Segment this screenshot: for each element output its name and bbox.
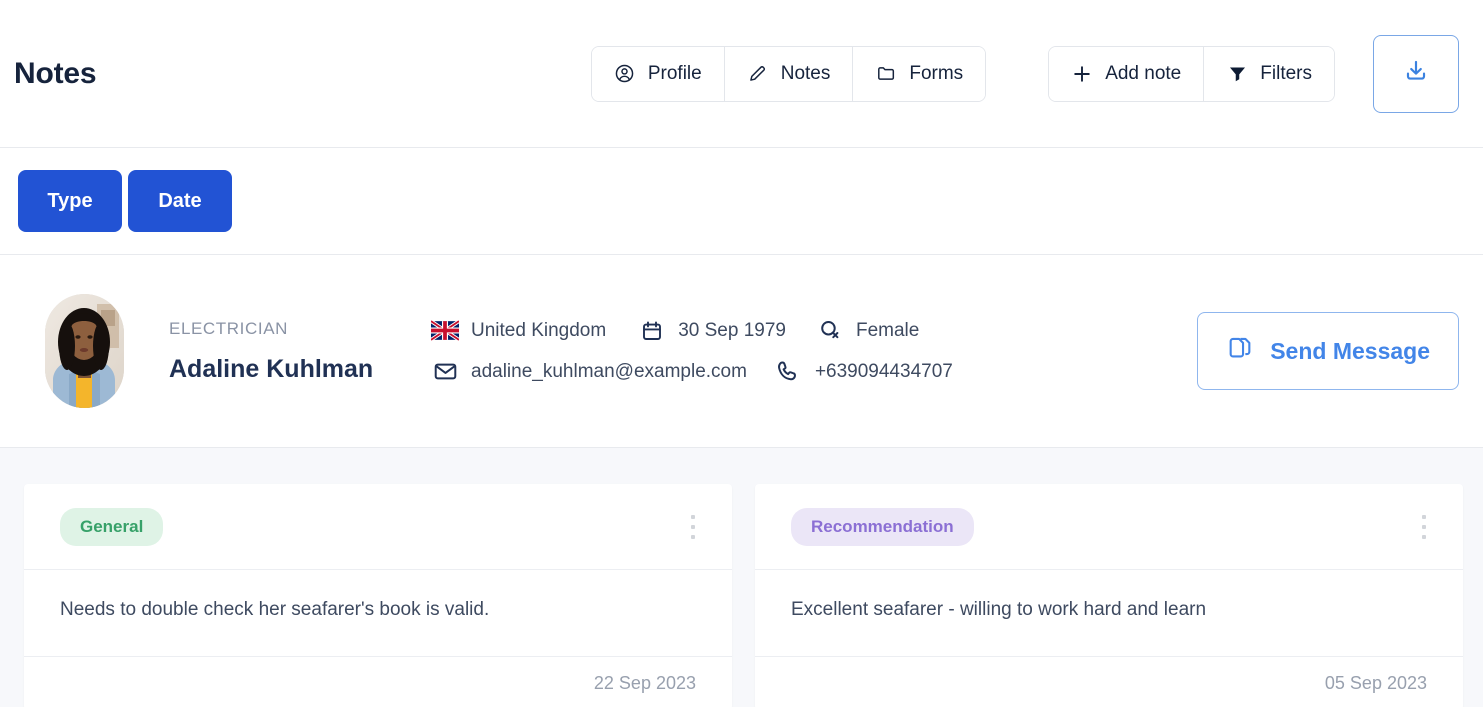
header-actions-group: Add note Filters [1048,45,1335,102]
detail-birthdate: 30 Sep 1979 [638,317,786,345]
filters-label: Filters [1260,62,1312,84]
profile-name: Adaline Kuhlman [169,354,374,383]
note-card: Recommendation Excellent seafarer - will… [755,484,1463,707]
add-note-label: Add note [1105,62,1182,84]
note-text: Needs to double check her seafarer's boo… [24,570,732,657]
female-symbol-icon [816,317,844,345]
profile-details: United Kingdom 30 Sep 1979 Female adalin… [431,317,953,386]
avatar [45,294,124,408]
envelope-icon [431,358,459,386]
notes-grid: General Needs to double check her seafar… [0,448,1483,707]
page-title: Notes [14,56,97,90]
page-header: Notes Profile Notes Forms Add note Filte… [0,0,1483,148]
folder-icon [875,63,897,85]
filter-chip-type[interactable]: Type [18,170,122,232]
detail-gender: Female [816,317,919,345]
download-button[interactable] [1373,34,1459,113]
calendar-icon [638,317,666,345]
send-message-button[interactable]: Send Message [1197,312,1459,390]
tab-profile[interactable]: Profile [591,46,725,101]
send-message-label: Send Message [1270,337,1430,364]
profile-detail-row-2: adaline_kuhlman@example.com +63909443470… [431,358,953,386]
note-date: 22 Sep 2023 [593,673,696,693]
note-card-header: Recommendation [755,484,1463,570]
united-kingdom-flag-icon [431,317,459,345]
note-card: General Needs to double check her seafar… [24,484,732,707]
user-circle-icon [614,63,636,85]
add-note-button[interactable]: Add note [1049,46,1205,101]
identity-block: ELECTRICIAN Adaline Kuhlman [169,319,431,384]
tab-forms[interactable]: Forms [853,46,986,101]
note-options-menu-icon[interactable] [1411,511,1437,543]
note-date: 05 Sep 2023 [1324,673,1427,693]
notes-page: Notes Profile Notes Forms Add note Filte… [0,0,1483,707]
detail-email: adaline_kuhlman@example.com [431,358,747,386]
profile-summary: ELECTRICIAN Adaline Kuhlman United Kingd… [0,255,1483,448]
detail-phone-value: +639094434707 [814,360,953,382]
note-category-badge: General [60,507,164,546]
tab-profile-label: Profile [647,62,702,84]
phone-icon [775,358,803,386]
profile-detail-row-1: United Kingdom 30 Sep 1979 Female [431,317,953,345]
tab-forms-label: Forms [909,62,964,84]
tab-notes-label: Notes [780,62,831,84]
filters-button[interactable]: Filters [1204,46,1334,101]
detail-phone: +639094434707 [775,358,953,386]
copy-documents-icon [1226,334,1254,368]
funnel-icon [1226,63,1248,85]
download-icon [1403,58,1429,89]
tab-notes[interactable]: Notes [724,46,854,101]
filter-chip-date[interactable]: Date [128,170,232,232]
note-card-header: General [24,484,732,570]
note-category-badge: Recommendation [791,507,974,546]
pencil-icon [747,63,769,85]
detail-gender-value: Female [855,319,920,341]
profile-role: ELECTRICIAN [169,318,289,338]
note-options-menu-icon[interactable] [680,511,706,543]
detail-country-value: United Kingdom [471,319,607,341]
detail-birthdate-value: 30 Sep 1979 [678,319,786,341]
section-nav-group: Profile Notes Forms [590,45,987,102]
detail-email-value: adaline_kuhlman@example.com [471,360,747,382]
note-text: Excellent seafarer - willing to work har… [755,570,1463,657]
detail-country: United Kingdom [431,317,606,345]
filter-chip-bar: Type Date [0,148,1483,255]
plus-icon [1071,63,1093,85]
